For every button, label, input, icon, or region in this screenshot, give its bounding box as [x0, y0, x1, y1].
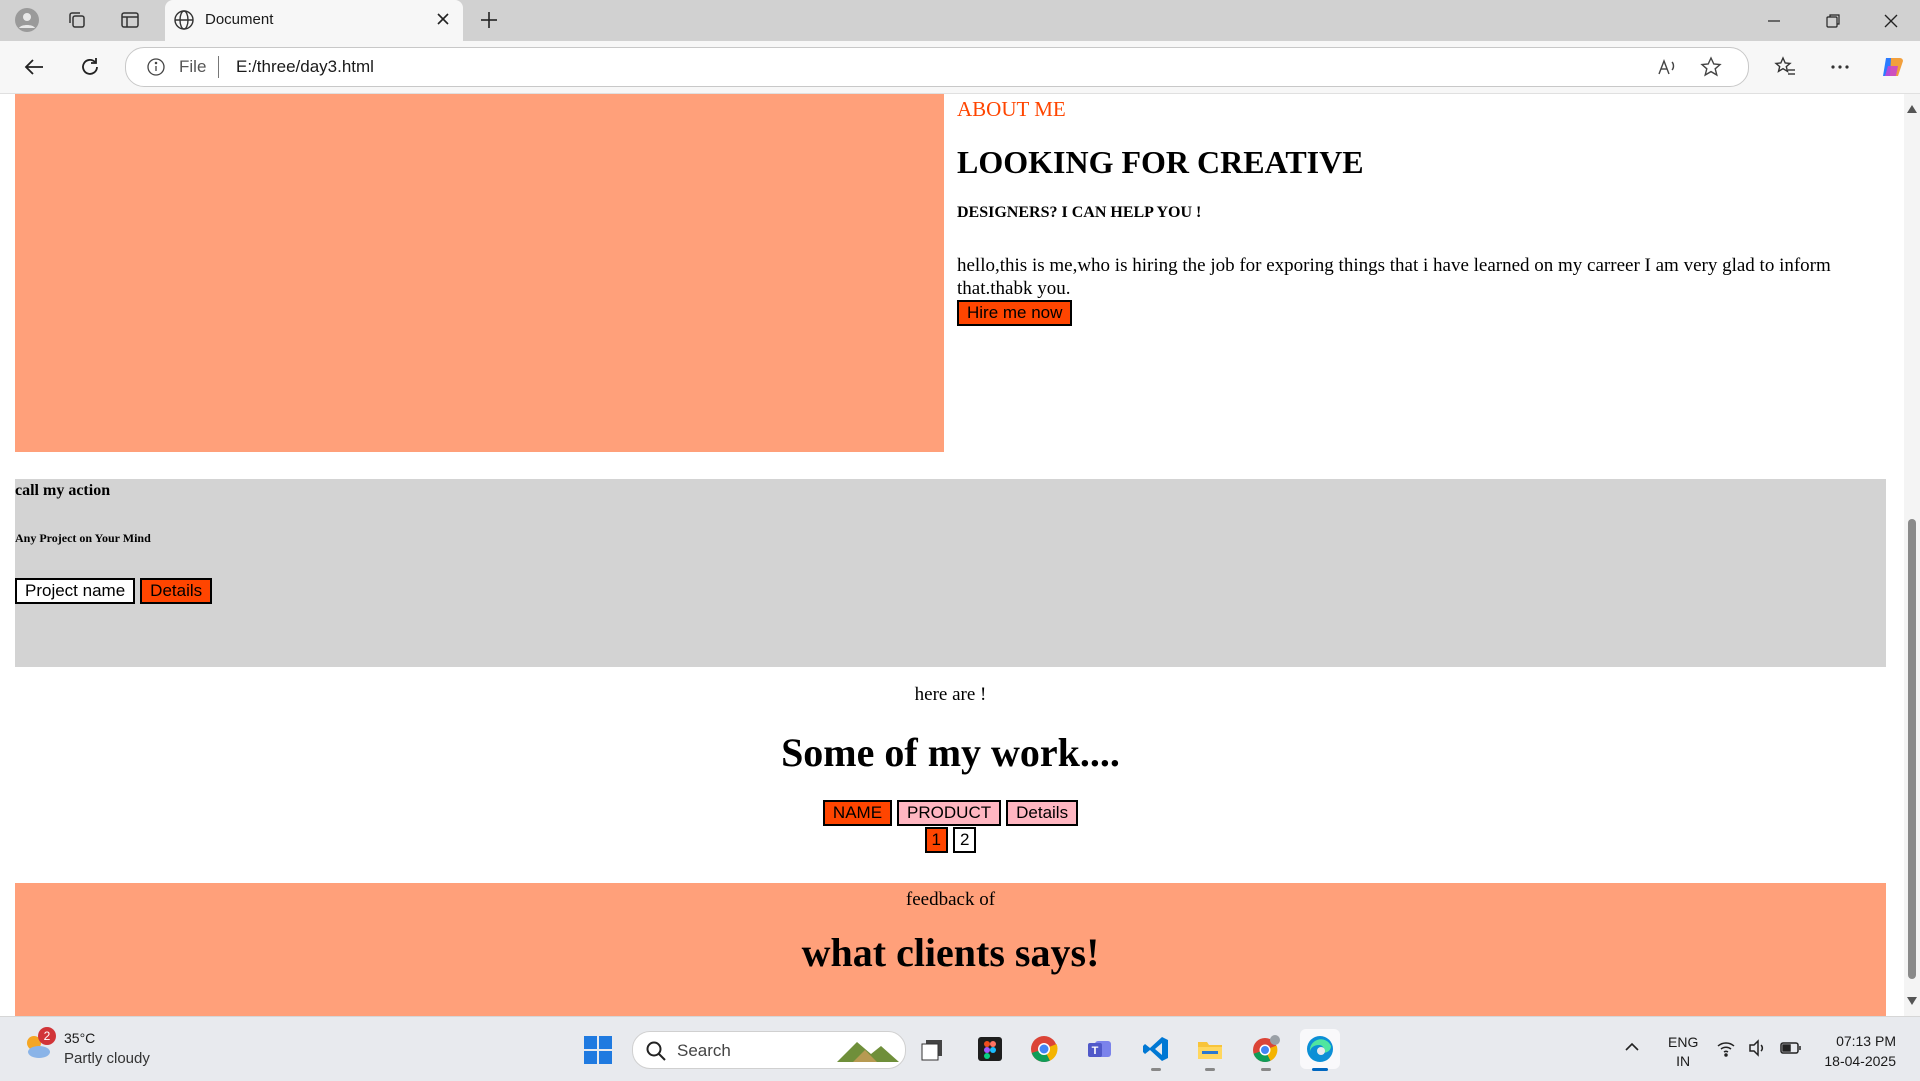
battery-icon[interactable] [1780, 1039, 1802, 1062]
task-view-icon[interactable] [912, 1029, 952, 1069]
work-tabs: NAME PRODUCT Details [15, 800, 1886, 826]
feedback-title: what clients says! [801, 930, 1100, 975]
wifi-icon[interactable] [1716, 1039, 1736, 1062]
file-explorer-icon[interactable] [1190, 1029, 1230, 1071]
system-clock[interactable]: 07:13 PM 18-04-2025 [1812, 1031, 1896, 1071]
address-divider [218, 56, 219, 78]
weather-condition: Partly cloudy [64, 1050, 150, 1067]
language-indicator[interactable]: ENG IN [1668, 1033, 1698, 1071]
taskbar-search[interactable]: Search [632, 1031, 906, 1069]
page-scrollbar[interactable] [1904, 94, 1920, 1016]
scroll-up-icon[interactable] [1907, 100, 1917, 118]
about-image-placeholder [15, 94, 944, 452]
volume-icon[interactable] [1748, 1039, 1768, 1062]
tab-name[interactable]: NAME [822, 800, 893, 826]
running-indicator [1151, 1068, 1161, 1071]
pagination: 1 2 [15, 827, 1886, 853]
about-kicker: ABOUT ME [957, 97, 1066, 121]
refresh-icon[interactable] [77, 54, 103, 80]
tab-product[interactable]: PRODUCT [897, 800, 1002, 826]
about-subtitle: DESIGNERS? I CAN HELP YOU ! [957, 204, 1202, 221]
address-bar-row: File E:/three/day3.html [0, 41, 1920, 94]
running-indicator [1205, 1068, 1215, 1071]
tab-title: Document [205, 11, 274, 28]
scheme-label: File [179, 57, 207, 76]
search-highlight-icon [835, 1034, 901, 1071]
copilot-icon[interactable] [1880, 54, 1906, 80]
region-code: IN [1676, 1053, 1691, 1069]
chrome-icon[interactable] [1024, 1029, 1064, 1069]
browser-tab-active[interactable]: Document [165, 0, 463, 41]
search-label: Search [677, 1041, 731, 1060]
weather-temp: 35°C [64, 1030, 96, 1046]
tab-details[interactable]: Details [1006, 800, 1079, 826]
show-hidden-icons-icon[interactable] [1624, 1039, 1640, 1060]
read-aloud-icon[interactable] [1656, 56, 1678, 83]
clock-time: 07:13 PM [1836, 1033, 1896, 1049]
search-icon [645, 1040, 667, 1067]
cta-title: call my action [15, 482, 111, 499]
weather-badge: 2 [38, 1027, 56, 1045]
work-kicker: here are ! [914, 684, 987, 705]
back-icon[interactable] [21, 54, 47, 80]
feedback-section: feedback of what clients says! [15, 883, 1886, 1016]
chrome-profile-icon[interactable] [1246, 1029, 1286, 1071]
page-2-button[interactable]: 2 [953, 827, 977, 853]
restore-icon[interactable] [1821, 9, 1845, 33]
work-title: Some of my work.... [781, 730, 1120, 775]
url-text[interactable]: E:/three/day3.html [236, 57, 374, 77]
system-tray[interactable] [1716, 1039, 1802, 1062]
close-window-icon[interactable] [1879, 9, 1903, 33]
windows-start-icon[interactable] [583, 1035, 613, 1070]
new-tab-icon[interactable] [478, 9, 500, 36]
project-name-button[interactable]: Project name [15, 578, 136, 604]
vscode-icon[interactable] [1136, 1029, 1176, 1071]
address-input[interactable]: File E:/three/day3.html [125, 47, 1749, 87]
page-viewport: ABOUT ME LOOKING FOR CREATIVE DESIGNERS?… [0, 94, 1920, 1016]
minimize-icon[interactable] [1762, 9, 1786, 33]
running-indicator [1261, 1068, 1271, 1071]
more-options-icon[interactable] [1827, 54, 1853, 80]
collections-icon[interactable] [65, 8, 89, 32]
cta-buttons: Project name Details [15, 578, 213, 604]
scroll-down-icon[interactable] [1907, 992, 1917, 1010]
hire-me-button[interactable]: Hire me now [957, 300, 1073, 326]
details-button[interactable]: Details [140, 578, 213, 604]
active-indicator [1312, 1068, 1328, 1071]
vertical-tabs-icon[interactable] [118, 8, 142, 32]
call-to-action-section: call my action Any Project on Your Mind … [15, 479, 1886, 667]
edge-icon[interactable] [1300, 1029, 1340, 1071]
taskbar: 2 35°C Partly cloudy Search T ENG IN 07:… [0, 1016, 1920, 1081]
favorites-icon[interactable] [1772, 54, 1798, 80]
about-paragraph: hello,this is me,who is hiring the job f… [957, 255, 1831, 299]
cta-subtitle: Any Project on Your Mind [15, 531, 151, 545]
figma-icon[interactable] [970, 1029, 1010, 1069]
clock-date: 18-04-2025 [1824, 1053, 1896, 1069]
scroll-thumb[interactable] [1908, 519, 1916, 979]
close-tab-icon[interactable] [433, 9, 453, 33]
globe-icon [173, 9, 195, 35]
teams-icon[interactable]: T [1080, 1029, 1120, 1069]
feedback-kicker: feedback of [905, 889, 996, 910]
svg-text:T: T [1092, 1045, 1099, 1057]
about-title: LOOKING FOR CREATIVE [957, 144, 1364, 180]
profile-icon[interactable] [15, 8, 39, 32]
favorite-star-icon[interactable] [1700, 56, 1722, 83]
page-1-button[interactable]: 1 [924, 827, 948, 853]
language-code: ENG [1668, 1034, 1699, 1050]
browser-tab-bar: Document [0, 0, 1920, 41]
site-info-icon[interactable] [146, 57, 166, 82]
